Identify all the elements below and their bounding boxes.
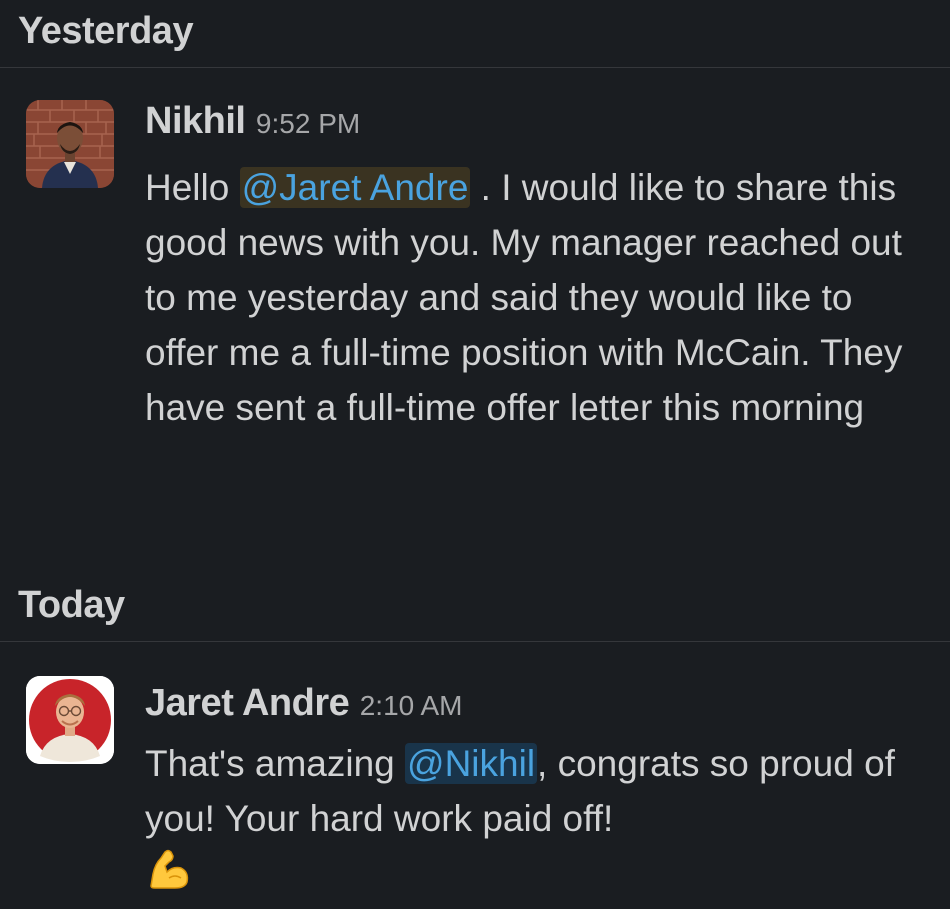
day-divider-today: Today [0, 574, 950, 642]
day-divider-yesterday: Yesterday [0, 0, 950, 68]
day-label[interactable]: Today [18, 584, 125, 627]
message-text: That's amazing @Nikhil, congrats so prou… [145, 736, 935, 907]
flexed-biceps-icon[interactable] [145, 846, 191, 907]
day-label[interactable]: Yesterday [18, 10, 194, 53]
user-mention[interactable]: @Jaret Andre [239, 167, 471, 208]
message-text-start: That's amazing [145, 743, 406, 784]
author-name[interactable]: Nikhil [145, 100, 246, 142]
message-text-start: Hello [145, 167, 240, 208]
user-mention[interactable]: @Nikhil [405, 743, 538, 784]
author-name[interactable]: Jaret Andre [145, 682, 350, 724]
flexed-biceps-icon-graphic [150, 849, 189, 889]
message-timestamp[interactable]: 2:10 AM [360, 690, 463, 721]
avatar[interactable] [26, 676, 114, 764]
message-header: Jaret Andre 2:10 AM [145, 682, 462, 725]
avatar-jaret-image [26, 676, 114, 764]
message-header: Nikhil 9:52 PM [145, 100, 360, 143]
message-timestamp[interactable]: 9:52 PM [256, 108, 360, 139]
avatar[interactable] [26, 100, 114, 188]
avatar-nikhil-image [26, 100, 114, 188]
message-text: Hello @Jaret Andre . I would like to sha… [145, 160, 935, 435]
